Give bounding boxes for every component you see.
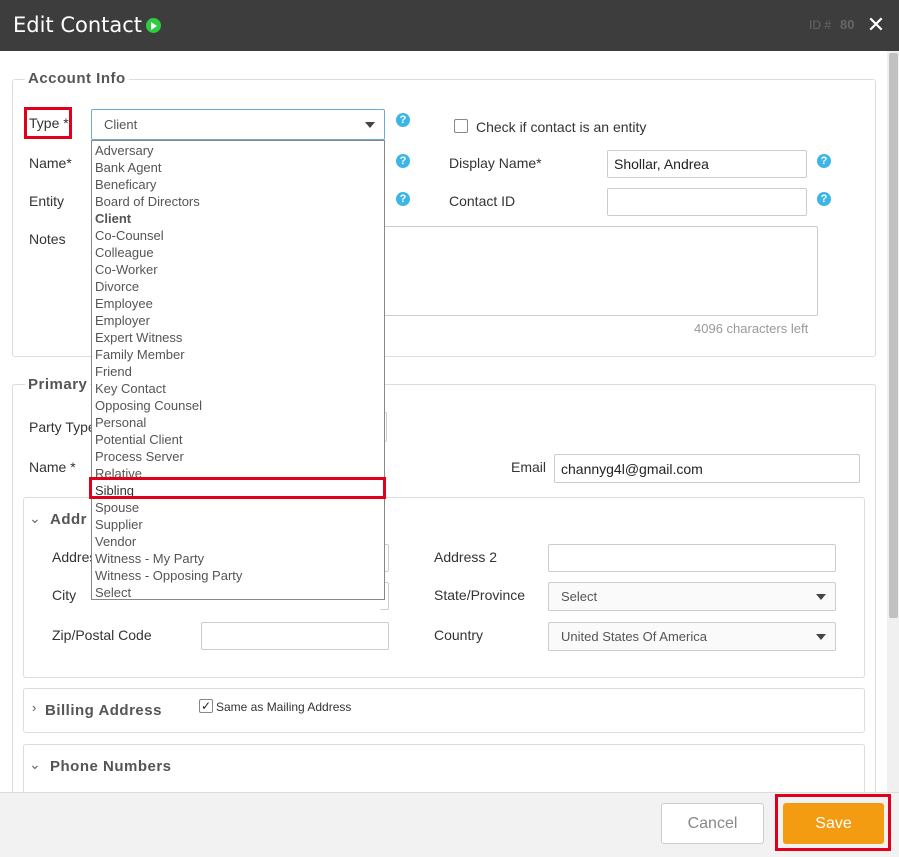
dropdown-option[interactable]: Employer — [95, 312, 150, 329]
dropdown-option[interactable]: Employee — [95, 295, 153, 312]
dropdown-option[interactable]: Colleague — [95, 244, 154, 261]
dropdown-option[interactable]: Friend — [95, 363, 132, 380]
entity-label: Entity — [29, 193, 65, 209]
help-icon[interactable]: ? — [817, 154, 831, 168]
dropdown-option[interactable]: Expert Witness — [95, 329, 182, 346]
dropdown-option[interactable]: Witness - My Party — [95, 550, 204, 567]
display-name-value: Shollar, Andrea — [614, 156, 709, 172]
chevron-right-icon[interactable]: › — [32, 700, 36, 715]
same-as-mailing-checkbox[interactable]: ✓ — [199, 699, 213, 713]
notes-counter: 4096 characters left — [694, 321, 809, 336]
dialog-header: Edit Contact ID # 80 ✕ — [0, 0, 899, 51]
entity-checkbox[interactable] — [454, 119, 468, 133]
type-dropdown-list[interactable]: Adversary Bank Agent Beneficary Board of Di… — [91, 140, 385, 600]
id-label: ID # — [809, 18, 832, 32]
dropdown-option[interactable]: Client — [95, 210, 131, 227]
address2-label: Address 2 — [434, 549, 498, 565]
dialog-title: Edit Contact — [13, 13, 143, 37]
dropdown-option[interactable]: Bank Agent — [95, 159, 162, 176]
dropdown-option[interactable]: Co-Worker — [95, 261, 158, 278]
id-value: 80 — [840, 17, 855, 32]
save-button[interactable]: Save — [783, 803, 884, 844]
party-type-label: Party Type — [29, 419, 96, 435]
cancel-button-label: Cancel — [687, 814, 738, 832]
dropdown-option[interactable]: Opposing Counsel — [95, 397, 202, 414]
dropdown-option[interactable]: Process Server — [95, 448, 184, 465]
primary-name-label: Name * — [29, 459, 76, 475]
billing-address-title[interactable]: Billing Address — [45, 702, 162, 719]
scrollbar-thumb[interactable] — [889, 53, 898, 618]
dropdown-option[interactable]: Co-Counsel — [95, 227, 164, 244]
entity-checkbox-label: Check if contact is an entity — [476, 119, 647, 135]
display-name-label: Display Name* — [449, 155, 542, 171]
chevron-down-icon — [365, 121, 375, 128]
chevron-down-icon[interactable]: ⌄ — [29, 510, 41, 527]
dropdown-option[interactable]: Family Member — [95, 346, 185, 363]
type-label: Type * — [29, 115, 69, 131]
state-select[interactable]: Select — [548, 582, 836, 611]
type-select[interactable]: Client — [91, 109, 385, 140]
cancel-button[interactable]: Cancel — [661, 803, 764, 844]
zip-input[interactable] — [201, 622, 389, 650]
dropdown-option[interactable]: Key Contact — [95, 380, 166, 397]
state-label: State/Province — [434, 587, 526, 603]
dropdown-option[interactable]: Personal — [95, 414, 146, 431]
dropdown-option[interactable]: Vendor — [95, 533, 136, 550]
contact-id-input[interactable] — [607, 188, 807, 216]
dropdown-option[interactable]: Board of Directors — [95, 193, 200, 210]
account-info-legend: Account Info — [25, 70, 129, 87]
address-section-title[interactable]: Addr — [50, 511, 87, 528]
dropdown-option[interactable]: Spouse — [95, 499, 139, 516]
same-as-mailing-label: Same as Mailing Address — [216, 700, 352, 714]
primary-legend: Primary — [25, 376, 91, 393]
help-icon[interactable]: ? — [817, 192, 831, 206]
email-label: Email — [511, 459, 547, 475]
address-label: Addres — [52, 549, 97, 565]
dropdown-option[interactable]: Adversary — [95, 142, 154, 159]
chevron-down-icon — [816, 633, 826, 640]
dialog-footer — [0, 792, 899, 857]
phone-numbers-title[interactable]: Phone Numbers — [50, 758, 172, 775]
dropdown-option[interactable]: Beneficary — [95, 176, 156, 193]
country-select[interactable]: United States Of America — [548, 622, 836, 651]
name-label: Name* — [29, 155, 72, 171]
country-label: Country — [434, 627, 484, 643]
dropdown-option[interactable]: Potential Client — [95, 431, 182, 448]
email-input[interactable]: channyg4l@gmail.com — [554, 454, 860, 483]
dropdown-option[interactable]: Relative — [95, 465, 142, 482]
type-select-value: Client — [104, 117, 138, 132]
help-icon[interactable]: ? — [396, 154, 410, 168]
help-icon[interactable]: ? — [396, 113, 410, 127]
city-label: City — [52, 587, 77, 603]
help-icon[interactable]: ? — [396, 192, 410, 206]
dropdown-option[interactable]: Sibling — [95, 482, 134, 499]
save-button-label: Save — [815, 814, 852, 832]
country-select-value: United States Of America — [561, 629, 707, 644]
chevron-down-icon — [816, 593, 826, 600]
play-icon[interactable] — [146, 18, 161, 33]
contact-id-label: Contact ID — [449, 193, 516, 209]
display-name-input[interactable]: Shollar, Andrea — [607, 150, 807, 178]
zip-label: Zip/Postal Code — [52, 627, 152, 643]
dropdown-option[interactable]: Divorce — [95, 278, 139, 295]
notes-textarea[interactable] — [380, 226, 818, 316]
email-value: channyg4l@gmail.com — [561, 460, 703, 477]
chevron-down-icon[interactable]: ⌄ — [29, 756, 41, 773]
dropdown-option[interactable]: Supplier — [95, 516, 143, 533]
dropdown-option[interactable]: Witness - Opposing Party — [95, 567, 242, 584]
notes-label: Notes — [29, 231, 66, 247]
close-icon[interactable]: ✕ — [866, 13, 886, 37]
state-select-value: Select — [561, 589, 598, 604]
dropdown-option[interactable]: Select — [95, 584, 131, 601]
address2-input[interactable] — [548, 544, 836, 572]
